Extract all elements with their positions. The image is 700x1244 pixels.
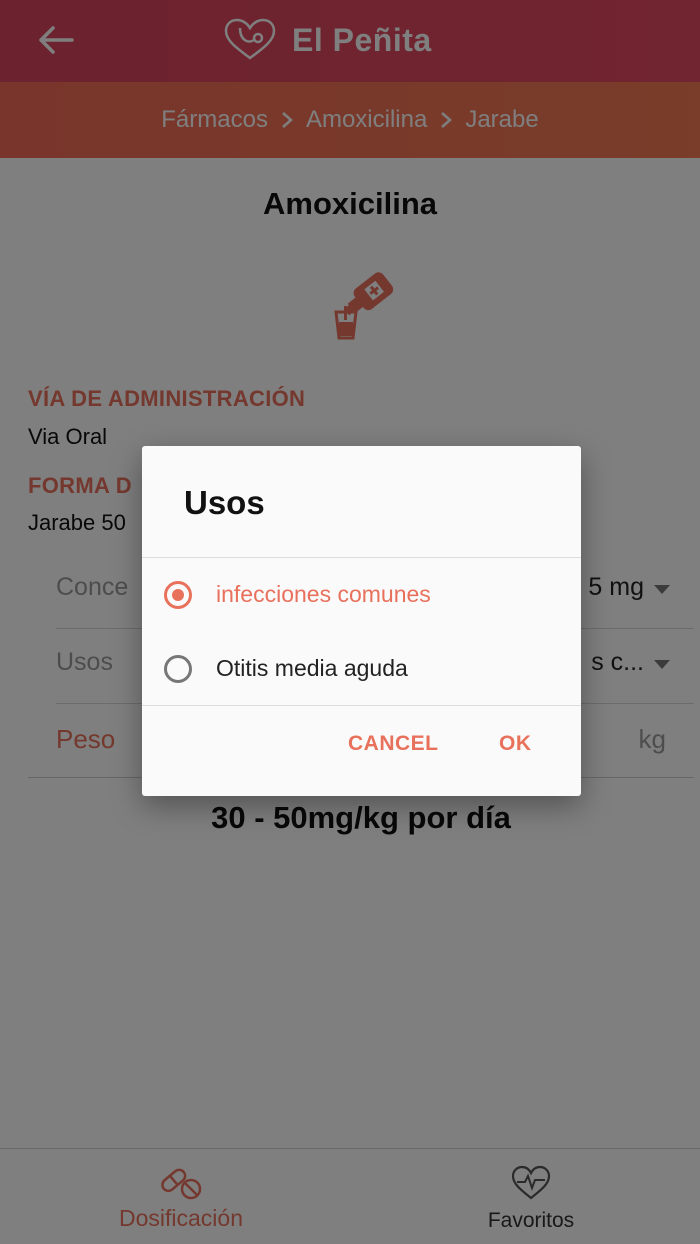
ok-button[interactable]: OK (499, 732, 532, 756)
option-otitis-media-aguda[interactable]: Otitis media aguda (142, 632, 581, 706)
dialog-title: Usos (184, 484, 265, 521)
option-label: infecciones comunes (216, 581, 431, 607)
usos-dialog: Usos infecciones comunes Otitis media ag… (142, 446, 581, 796)
option-label: Otitis media aguda (216, 655, 408, 681)
radio-unchecked-icon[interactable] (164, 655, 192, 683)
option-infecciones-comunes[interactable]: infecciones comunes (142, 558, 581, 632)
divider (142, 705, 581, 706)
cancel-button[interactable]: CANCEL (348, 732, 439, 756)
radio-checked-icon[interactable] (164, 581, 192, 609)
